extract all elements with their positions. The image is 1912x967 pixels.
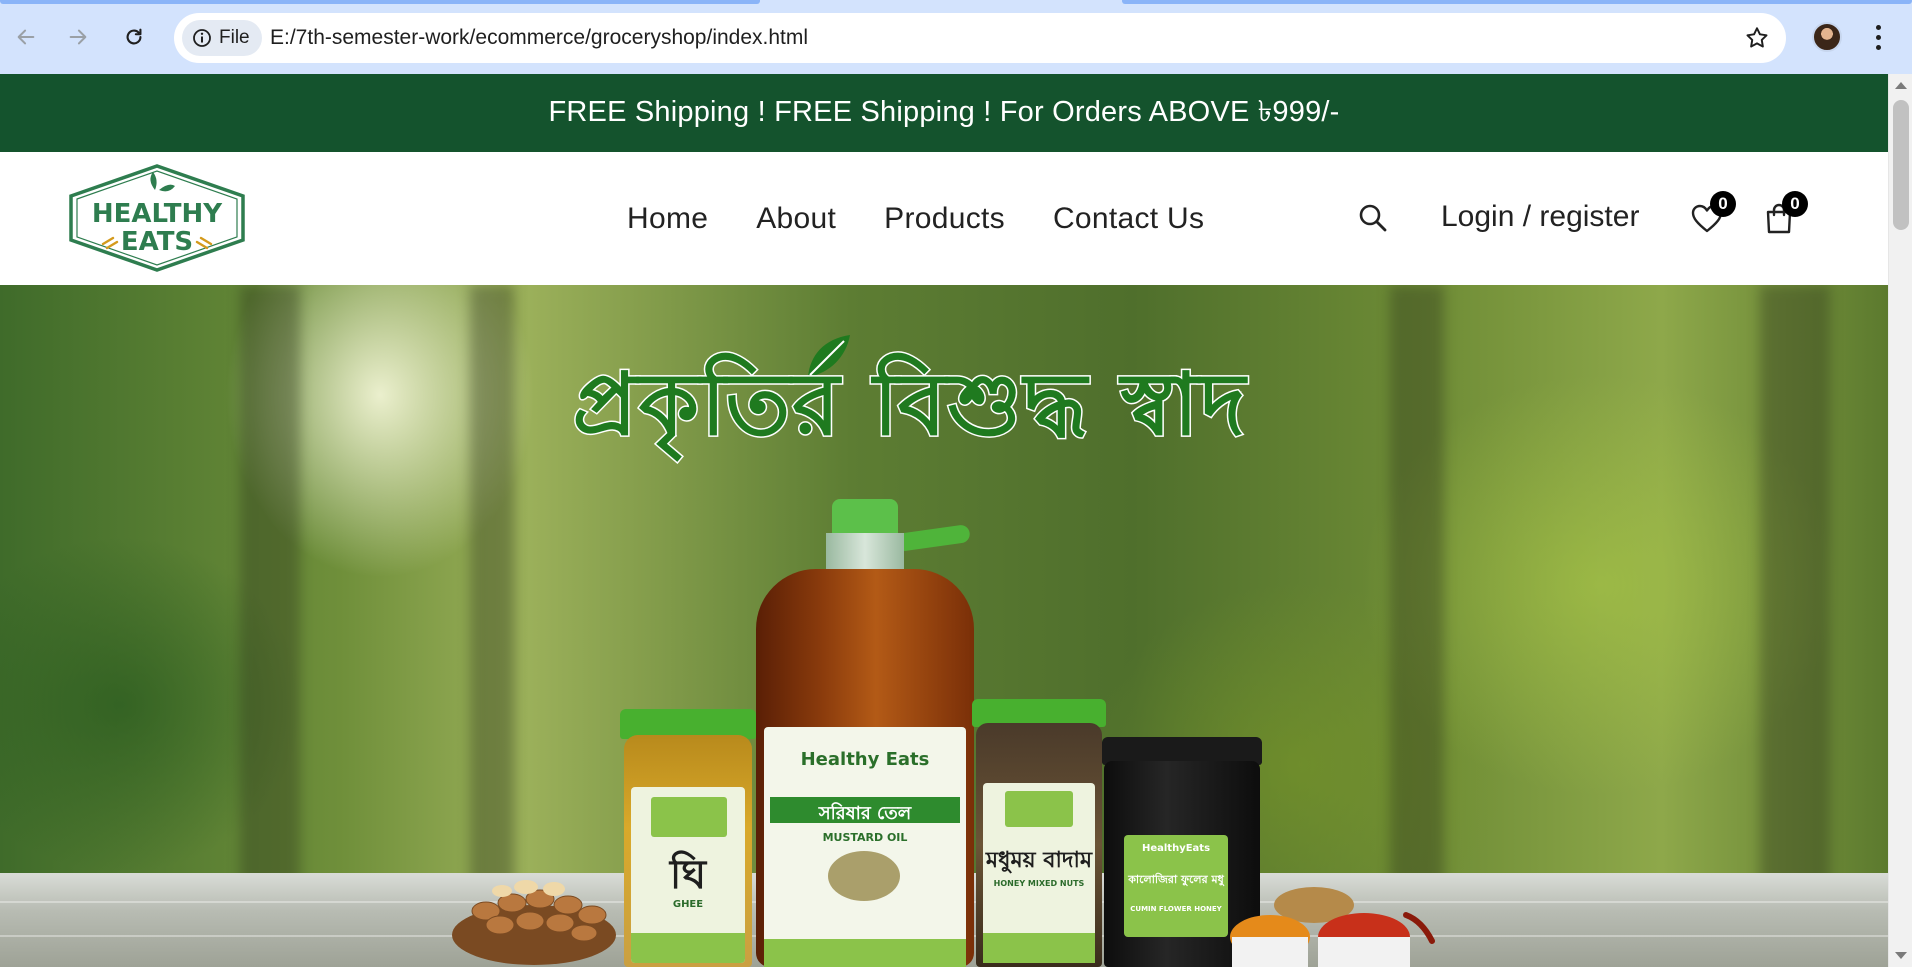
honey-brand: HealthyEats bbox=[1141, 843, 1211, 854]
hero-banner: প্রকৃতির বিশুদ্ধ স্বাদ ঘি GHEE Healthy E… bbox=[0, 285, 1888, 967]
site-chip-label: File bbox=[219, 27, 250, 48]
address-bar[interactable]: File E:/7th-semester-work/ecommerce/groc… bbox=[174, 13, 1786, 63]
site-info-chip[interactable]: File bbox=[182, 20, 262, 56]
label-badge bbox=[1004, 791, 1073, 827]
bookmark-star-icon[interactable] bbox=[1744, 25, 1770, 51]
profile-avatar[interactable] bbox=[1812, 22, 1842, 52]
nav-about[interactable]: About bbox=[756, 202, 836, 236]
wishlist-count-badge: 0 bbox=[1710, 191, 1736, 217]
bottle-neck bbox=[826, 533, 904, 573]
login-register-link[interactable]: Login / register bbox=[1441, 200, 1639, 234]
tab-edge[interactable] bbox=[1122, 0, 1912, 4]
menu-dot-icon bbox=[1875, 44, 1881, 50]
ghee-label: ঘি GHEE bbox=[630, 787, 746, 963]
bottle-cap bbox=[832, 499, 898, 535]
oil-name: সরিষার তেল bbox=[818, 803, 912, 824]
page-viewport: FREE Shipping ! FREE Shipping ! For Orde… bbox=[0, 74, 1912, 967]
header-actions: Login / register 0 0 bbox=[1356, 152, 1856, 285]
nuts-label: মধুময় বাদাম HONEY MIXED NUTS bbox=[982, 783, 1096, 963]
site-header: HEALTHY EATS Home About Products Contact… bbox=[0, 152, 1888, 285]
bottle-handle bbox=[895, 523, 971, 553]
logo-line1: HEALTHY bbox=[92, 199, 223, 229]
cart-count-badge: 0 bbox=[1782, 191, 1808, 217]
nav-home[interactable]: Home bbox=[627, 202, 708, 236]
nav-contact[interactable]: Contact Us bbox=[1053, 202, 1204, 236]
ghee-jar: ঘি GHEE bbox=[620, 709, 756, 967]
ghee-sub: GHEE bbox=[672, 899, 704, 910]
nuts-name: মধুময় বাদাম bbox=[985, 848, 1093, 873]
tree-trunk-shape bbox=[470, 285, 514, 885]
promo-text: FREE Shipping ! FREE Shipping ! For Orde… bbox=[548, 95, 1340, 128]
honey-label: HealthyEats কালোজিরা ফুলের মধু CUMIN FLO… bbox=[1124, 835, 1228, 937]
tree-trunk-shape bbox=[240, 285, 300, 885]
label-band bbox=[630, 933, 746, 963]
menu-dot-icon bbox=[1875, 34, 1881, 40]
arrow-right-icon bbox=[69, 29, 87, 45]
main-nav: Home About Products Contact Us bbox=[627, 152, 1204, 285]
arrow-left-icon bbox=[17, 29, 35, 45]
url-text[interactable]: E:/7th-semester-work/ecommerce/grocerysh… bbox=[270, 26, 808, 50]
tab-edge[interactable] bbox=[0, 0, 760, 4]
label-band bbox=[764, 939, 966, 967]
info-icon bbox=[193, 29, 211, 47]
spice-bowls-image bbox=[1230, 887, 1435, 967]
browser-chrome: File E:/7th-semester-work/ecommerce/groc… bbox=[0, 0, 1912, 74]
tab-strip bbox=[0, 0, 1912, 12]
scroll-up-arrow-icon[interactable] bbox=[1895, 82, 1907, 89]
browser-menu-button[interactable] bbox=[1866, 20, 1890, 54]
nuts-sub: HONEY MIXED NUTS bbox=[993, 879, 1085, 888]
honey-sub: CUMIN FLOWER HONEY bbox=[1130, 905, 1222, 913]
forward-button[interactable] bbox=[60, 19, 96, 55]
mustard-seeds-image bbox=[828, 851, 900, 901]
logo-line2: EATS bbox=[121, 227, 193, 257]
back-button[interactable] bbox=[8, 19, 44, 55]
hero-headline: প্রকৃতির বিশুদ্ধ স্বাদ bbox=[571, 354, 1248, 457]
oil-sub: MUSTARD OIL bbox=[822, 831, 908, 844]
promo-bar: FREE Shipping ! FREE Shipping ! For Orde… bbox=[0, 74, 1888, 152]
scroll-down-arrow-icon[interactable] bbox=[1895, 952, 1907, 959]
oil-brand: Healthy Eats bbox=[800, 749, 930, 770]
label-band bbox=[982, 933, 1096, 963]
tree-trunk-shape bbox=[1760, 285, 1830, 885]
nav-products[interactable]: Products bbox=[884, 202, 1005, 236]
label-badge bbox=[650, 797, 727, 837]
menu-dot-icon bbox=[1875, 24, 1881, 30]
tree-trunk-shape bbox=[1390, 285, 1444, 885]
reload-icon bbox=[126, 28, 142, 45]
almond-bowl-image bbox=[452, 880, 616, 965]
vertical-scrollbar[interactable] bbox=[1888, 74, 1912, 967]
mustard-oil-bottle: Healthy Eats সরিষার তেল MUSTARD OIL bbox=[756, 499, 974, 967]
reload-button[interactable] bbox=[116, 19, 152, 55]
healthy-eats-logo[interactable]: HEALTHY EATS bbox=[63, 162, 251, 274]
oil-label: Healthy Eats সরিষার তেল MUSTARD OIL bbox=[764, 727, 966, 967]
scrollbar-thumb[interactable] bbox=[1893, 100, 1909, 230]
honey-name: কালোজিরা ফুলের মধু bbox=[1128, 873, 1224, 886]
grocery-page: FREE Shipping ! FREE Shipping ! For Orde… bbox=[0, 74, 1888, 967]
honey-nuts-jar: মধুময় বাদাম HONEY MIXED NUTS bbox=[972, 699, 1106, 967]
search-icon[interactable] bbox=[1358, 202, 1388, 234]
